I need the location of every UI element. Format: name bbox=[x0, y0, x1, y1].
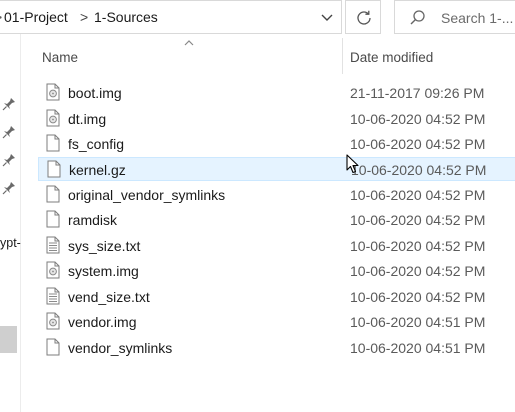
blank-file-icon bbox=[46, 134, 60, 152]
file-name: sys_size.txt bbox=[68, 238, 141, 254]
file-name: original_vendor_symlinks bbox=[68, 187, 226, 203]
chevron-down-icon[interactable] bbox=[319, 11, 335, 25]
file-row[interactable]: vend_size.txt 10-06-2020 04:52 PM bbox=[38, 285, 515, 309]
pin-icon[interactable] bbox=[2, 125, 16, 139]
nav-item-selected[interactable] bbox=[0, 326, 17, 353]
mouse-cursor-icon bbox=[346, 154, 359, 174]
column-header-date-modified[interactable]: Date modified bbox=[350, 50, 433, 65]
file-row[interactable]: fs_config 10-06-2020 04:52 PM bbox=[38, 132, 515, 156]
file-row[interactable]: dt.img 10-06-2020 04:52 PM bbox=[38, 107, 515, 131]
file-date-modified: 10-06-2020 04:51 PM bbox=[350, 314, 486, 330]
file-date-modified: 10-06-2020 04:52 PM bbox=[350, 212, 486, 228]
breadcrumb-1-sources[interactable]: 1-Sources bbox=[94, 9, 158, 25]
breadcrumb-01-project[interactable]: 01-Project bbox=[4, 9, 68, 25]
pin-icon[interactable] bbox=[2, 153, 16, 167]
file-row[interactable]: kernel.gz 10-06-2020 04:52 PM bbox=[38, 157, 515, 181]
blank-file-icon bbox=[46, 338, 60, 356]
file-row[interactable]: ramdisk 10-06-2020 04:52 PM bbox=[38, 208, 515, 232]
refresh-button[interactable] bbox=[345, 0, 381, 34]
address-bar[interactable]: > 01-Project > 1-Sources bbox=[0, 0, 342, 34]
column-header-name[interactable]: Name bbox=[42, 50, 78, 65]
file-date-modified: 10-06-2020 04:52 PM bbox=[350, 187, 486, 203]
text-file-icon bbox=[46, 287, 60, 305]
navigation-pane[interactable] bbox=[0, 34, 21, 412]
file-date-modified: 10-06-2020 04:52 PM bbox=[350, 289, 486, 305]
file-name: system.img bbox=[68, 263, 139, 279]
file-name: fs_config bbox=[68, 136, 125, 152]
disk-image-file-icon bbox=[46, 109, 60, 127]
file-row[interactable]: sys_size.txt 10-06-2020 04:52 PM bbox=[38, 234, 515, 258]
file-date-modified: 10-06-2020 04:52 PM bbox=[350, 238, 486, 254]
file-date-modified: 21-11-2017 09:26 PM bbox=[350, 85, 485, 101]
file-name: dt.img bbox=[68, 111, 107, 127]
blank-file-icon bbox=[46, 210, 60, 228]
breadcrumb-separator: > bbox=[80, 9, 89, 25]
breadcrumb-separator: > bbox=[0, 9, 2, 25]
search-placeholder: Search 1-... bbox=[441, 10, 514, 26]
sort-ascending-icon bbox=[184, 40, 194, 46]
file-date-modified: 10-06-2020 04:52 PM bbox=[351, 162, 487, 178]
file-name: ramdisk bbox=[68, 212, 118, 228]
file-date-modified: 10-06-2020 04:52 PM bbox=[350, 111, 486, 127]
refresh-icon bbox=[357, 10, 371, 25]
file-date-modified: 10-06-2020 04:52 PM bbox=[350, 136, 486, 152]
file-row[interactable]: system.img 10-06-2020 04:52 PM bbox=[38, 259, 515, 283]
file-row[interactable]: vendor.img 10-06-2020 04:51 PM bbox=[38, 310, 515, 334]
file-row[interactable]: boot.img 21-11-2017 09:26 PM bbox=[38, 81, 515, 105]
file-name: kernel.gz bbox=[69, 162, 126, 178]
file-row[interactable]: vendor_symlinks 10-06-2020 04:51 PM bbox=[38, 336, 515, 360]
file-date-modified: 10-06-2020 04:51 PM bbox=[350, 340, 486, 356]
disk-image-file-icon bbox=[46, 312, 60, 330]
column-divider[interactable] bbox=[342, 38, 343, 74]
nav-item-label-partial[interactable]: ypt- bbox=[0, 236, 21, 250]
file-name: vendor.img bbox=[68, 314, 137, 330]
search-icon bbox=[410, 10, 425, 25]
text-file-icon bbox=[46, 236, 60, 254]
file-row[interactable]: original_vendor_symlinks 10-06-2020 04:52… bbox=[38, 183, 515, 207]
file-name: vendor_symlinks bbox=[68, 340, 173, 356]
file-date-modified: 10-06-2020 04:52 PM bbox=[350, 263, 486, 279]
disk-image-file-icon bbox=[46, 83, 60, 101]
disk-image-file-icon bbox=[46, 261, 60, 279]
pin-icon[interactable] bbox=[2, 97, 16, 111]
pin-icon[interactable] bbox=[2, 181, 16, 195]
blank-file-icon bbox=[47, 160, 61, 178]
search-box[interactable]: Search 1-... bbox=[394, 0, 515, 34]
file-name: boot.img bbox=[68, 85, 122, 101]
file-name: vend_size.txt bbox=[68, 289, 150, 305]
blank-file-icon bbox=[46, 185, 60, 203]
